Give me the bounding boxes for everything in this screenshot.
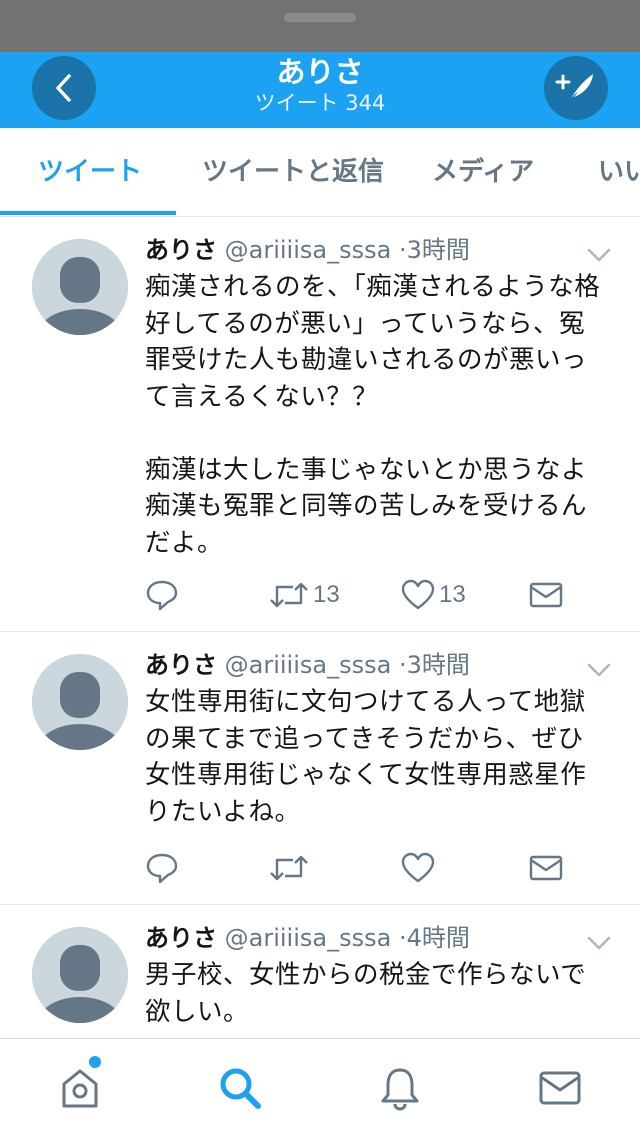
retweet-button[interactable] [269, 848, 313, 888]
chevron-down-icon[interactable] [586, 935, 612, 951]
retweet-icon [270, 582, 308, 608]
default-avatar-icon [32, 654, 128, 750]
tweet-item[interactable]: ありさ @ariiiisa_sssa ·3時間 女性専用街に文句つけてる人って地… [0, 632, 640, 905]
tweet-time: 3時間 [406, 651, 470, 679]
nav-home-button[interactable] [55, 1063, 105, 1113]
nav-messages-button[interactable] [535, 1063, 585, 1113]
profile-header: ありさ ツイート 344 [0, 52, 640, 128]
new-content-dot [89, 1056, 101, 1068]
envelope-icon [529, 855, 563, 881]
tab-likes[interactable]: いい [598, 156, 640, 188]
tweet-author-name[interactable]: ありさ [145, 924, 217, 952]
reply-button[interactable] [145, 575, 179, 615]
reply-button[interactable] [145, 848, 179, 888]
home-icon [62, 1069, 98, 1108]
avatar[interactable] [32, 654, 128, 750]
like-count: 13 [439, 581, 466, 608]
direct-message-button[interactable] [529, 848, 563, 888]
tweet-actions [145, 848, 585, 888]
tweet-text: 男子校、女性からの税金で作らないで欲しい。 [145, 960, 587, 1027]
retweet-button[interactable]: 13 [269, 575, 340, 615]
tweet-item[interactable]: ありさ @ariiiisa_sssa ·4時間 男子校、女性からの税金で作らない… [0, 905, 640, 1038]
tweet-author-handle[interactable]: @ariiiisa_sssa [225, 924, 392, 952]
envelope-icon [529, 582, 563, 608]
reply-icon [146, 853, 178, 884]
chevron-down-icon[interactable] [586, 247, 612, 263]
tweet-actions: 13 13 [145, 575, 585, 615]
heart-icon [401, 852, 435, 883]
like-button[interactable] [401, 848, 439, 888]
tweet-separator: · [398, 236, 407, 264]
nav-notifications-button[interactable] [375, 1063, 425, 1113]
tweet-separator: · [398, 651, 407, 679]
tweet-header: ありさ @ariiiisa_sssa ·4時間 [145, 923, 470, 953]
reply-icon [146, 580, 178, 611]
tweet-separator: · [398, 924, 407, 952]
tab-media[interactable]: メディア [432, 156, 534, 188]
tweet-item[interactable]: ありさ @ariiiisa_sssa ·3時間 痴漢されるのを、「痴漢されるよう… [0, 217, 640, 632]
active-tab-indicator [0, 211, 176, 215]
bottom-tab-bar [0, 1038, 640, 1137]
tweet-time: 3時間 [406, 236, 470, 264]
notifications-bell-icon [381, 1068, 419, 1111]
tweet-text: 痴漢されるのを、「痴漢されるような格好してるのが悪い」っていうなら、冤罪受けた人… [145, 272, 601, 558]
tweet-author-name[interactable]: ありさ [145, 236, 217, 264]
sheet-grabber-handle[interactable] [284, 13, 356, 22]
tweet-header: ありさ @ariiiisa_sssa ·3時間 [145, 235, 470, 265]
profile-tabs: ツイート ツイートと返信 メディア いい [0, 128, 640, 217]
retweet-count: 13 [313, 581, 340, 608]
tweet-time: 4時間 [406, 924, 470, 952]
nav-search-button[interactable] [215, 1063, 265, 1113]
heart-icon [401, 579, 435, 610]
tweet-author-name[interactable]: ありさ [145, 651, 217, 679]
search-icon [220, 1068, 261, 1109]
tweet-author-handle[interactable]: @ariiiisa_sssa [225, 651, 392, 679]
tweet-author-handle[interactable]: @ariiiisa_sssa [225, 236, 392, 264]
tweet-count-label: ツイート [254, 91, 339, 115]
retweet-icon [270, 855, 308, 881]
avatar[interactable] [32, 239, 128, 335]
tab-tweets-and-replies[interactable]: ツイートと返信 [202, 156, 384, 188]
chevron-down-icon[interactable] [586, 662, 612, 678]
compose-tweet-icon [555, 74, 593, 104]
default-avatar-icon [32, 927, 128, 1023]
messages-envelope-icon [539, 1071, 581, 1105]
tweet-text: 女性専用街に文句つけてる人って地獄の果てまで追ってきそうだから、ぜひ女性専用街じ… [145, 687, 587, 827]
tab-tweets[interactable]: ツイート [38, 156, 142, 188]
like-button[interactable]: 13 [401, 575, 466, 615]
tweet-count-value: 344 [345, 91, 386, 115]
compose-tweet-button[interactable] [544, 56, 608, 120]
avatar[interactable] [32, 927, 128, 1023]
default-avatar-icon [32, 239, 128, 335]
direct-message-button[interactable] [529, 575, 563, 615]
tweet-header: ありさ @ariiiisa_sssa ·3時間 [145, 650, 470, 680]
top-strip [0, 0, 640, 52]
